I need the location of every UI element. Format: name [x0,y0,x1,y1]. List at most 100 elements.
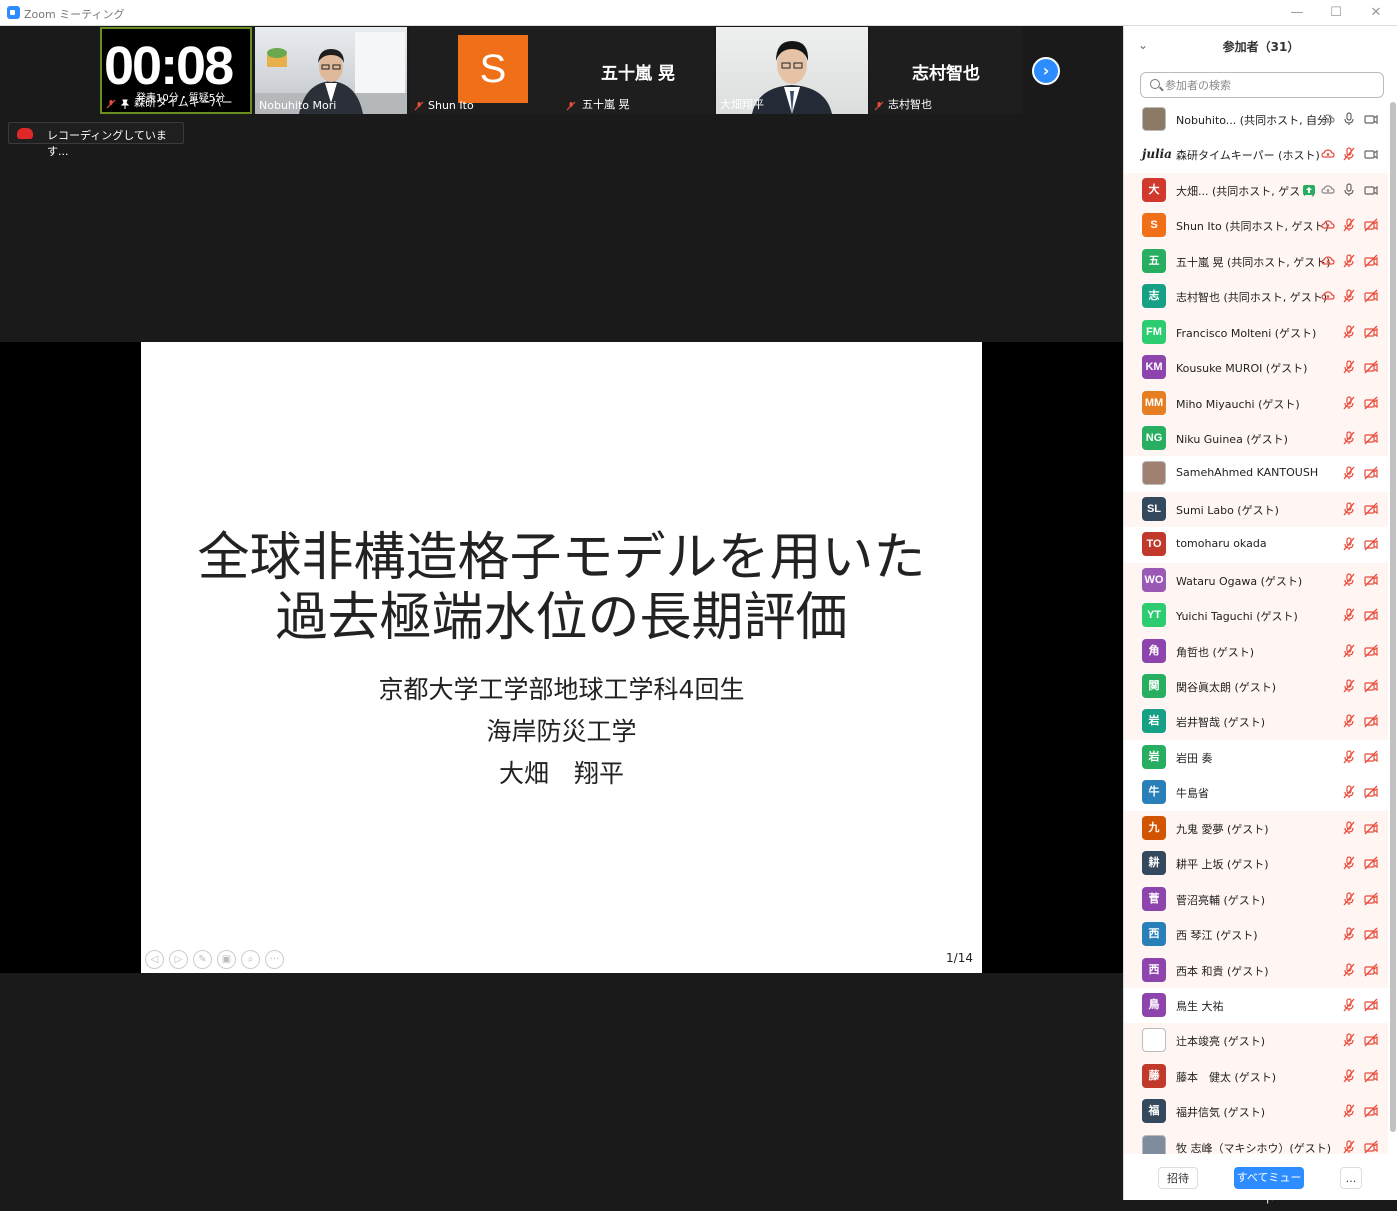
video-tile-timekeeper[interactable]: 00:08 発表10分・質疑5分 森研タイムキーパー [100,27,252,114]
video-camera-off-icon[interactable] [1364,856,1378,870]
mic-muted-icon[interactable] [1342,254,1356,268]
mic-muted-icon[interactable] [1342,821,1356,835]
video-camera-off-icon[interactable] [1364,644,1378,658]
mic-muted-icon[interactable] [1342,1140,1356,1154]
video-camera-off-icon[interactable] [1364,502,1378,516]
video-tile-nobuhito-mori[interactable]: Nobuhito Mori [255,27,407,114]
pen-icon[interactable]: ✎ [193,950,212,969]
participant-row[interactable]: 志志村智也 (共同ホスト, ゲスト) [1124,279,1388,315]
zoom-icon[interactable]: ⌕ [241,950,260,969]
more-options-icon[interactable]: ··· [265,950,284,969]
mute-all-button[interactable]: すべてミュート [1234,1167,1304,1206]
video-camera-off-icon[interactable] [1364,714,1378,728]
more-button[interactable]: ... [1340,1167,1362,1189]
video-camera-off-icon[interactable] [1364,892,1378,906]
mic-muted-icon[interactable] [1342,289,1356,303]
participant-row[interactable]: 九九鬼 愛夢 (ゲスト) [1124,810,1388,847]
mic-muted-icon[interactable] [1342,608,1356,622]
mic-muted-icon[interactable] [1342,466,1356,480]
participant-row[interactable]: 福福井信気 (ゲスト) [1124,1094,1388,1130]
video-camera-off-icon[interactable] [1364,289,1378,303]
video-camera-off-icon[interactable] [1364,360,1378,374]
mic-muted-icon[interactable] [1342,395,1356,410]
mic-muted-icon[interactable] [1342,537,1356,551]
video-camera-off-icon[interactable] [1364,466,1378,480]
mic-muted-icon[interactable] [1342,360,1356,374]
participant-row[interactable]: 角角哲也 (ゲスト) [1124,633,1388,669]
mic-muted-icon[interactable] [1342,502,1356,516]
video-camera-icon[interactable] [1364,147,1378,161]
video-camera-off-icon[interactable] [1364,750,1378,764]
mic-muted-icon[interactable] [1342,1104,1356,1118]
participant-row[interactable]: S Shun Ito (共同ホスト, ゲスト) [1124,208,1388,244]
participant-row[interactable]: 耕耕平 上坂 (ゲスト) [1124,846,1388,882]
participant-row[interactable]: TO tomoharu okada [1124,527,1388,563]
participant-row[interactable]: YT Yuichi Taguchi (ゲスト) [1124,598,1388,634]
participant-row[interactable]: 岩岩田 奏 [1124,739,1388,776]
participant-row[interactable]: 辻本竣亮 (ゲスト) [1124,1023,1388,1059]
mic-muted-icon[interactable] [1342,325,1356,339]
video-camera-off-icon[interactable] [1364,1069,1378,1083]
participant-row[interactable]: 藤藤本 健太 (ゲスト) [1124,1058,1388,1095]
participant-row[interactable]: MM Miho Miyauchi (ゲスト) [1124,385,1388,421]
mic-muted-icon[interactable] [1342,714,1356,728]
mic-muted-icon[interactable] [1342,218,1356,232]
participant-row[interactable]: SamehAhmed KANTOUSH [1124,456,1388,492]
participant-row[interactable]: 五五十嵐 晃 (共同ホスト, ゲスト) [1124,243,1388,280]
video-camera-off-icon[interactable] [1364,679,1378,693]
next-slide-icon[interactable]: ▷ [169,950,188,969]
participant-row[interactable]: 鳥鳥生 大祐 [1124,987,1388,1024]
video-camera-off-icon[interactable] [1364,927,1378,941]
prev-slide-icon[interactable]: ◁ [145,950,164,969]
video-tile-ohata[interactable]: 大畑翔平 [716,27,868,114]
mic-muted-icon[interactable] [1342,1069,1356,1083]
video-camera-off-icon[interactable] [1364,608,1378,622]
participant-row[interactable]: SL Sumi Labo (ゲスト) [1124,491,1388,528]
participant-row[interactable]: 牧 志峰（マキシホウ）(ゲスト) [1124,1129,1388,1154]
invite-button[interactable]: 招待 [1158,1167,1198,1189]
participant-row[interactable]: 菅菅沼亮輔 (ゲスト) [1124,881,1388,918]
participant-row[interactable]: julia 森研タイムキーパー (ホスト) [1124,137,1388,173]
participant-row[interactable]: 関関谷眞太朗 (ゲスト) [1124,669,1388,705]
video-tile-shimura[interactable]: 志村智也 志村智也 [870,27,1022,114]
participant-row[interactable]: WO Wataru Ogawa (ゲスト) [1124,562,1388,599]
next-page-button[interactable]: › [1032,57,1060,85]
participant-row[interactable]: 西西 琴江 (ゲスト) [1124,917,1388,953]
close-button[interactable]: ✕ [1366,4,1386,22]
video-camera-icon[interactable] [1364,183,1378,197]
mic-muted-icon[interactable] [1342,679,1356,693]
participant-row[interactable]: 大大畑... (共同ホスト, ゲスト) [1124,172,1388,209]
mic-muted-icon[interactable] [1342,856,1356,870]
participant-scrollbar[interactable] [1390,102,1396,1154]
mic-muted-icon[interactable] [1342,927,1356,941]
search-input[interactable] [1165,77,1375,93]
mic-muted-icon[interactable] [1342,431,1356,445]
mic-muted-icon[interactable] [1342,643,1356,658]
participant-row[interactable]: 岩岩井智哉 (ゲスト) [1124,704,1388,740]
maximize-button[interactable]: ☐ [1326,4,1346,22]
video-camera-off-icon[interactable] [1364,963,1378,977]
video-camera-off-icon[interactable] [1364,1104,1378,1118]
video-camera-off-icon[interactable] [1364,573,1378,587]
mic-icon[interactable] [1342,112,1356,126]
mic-muted-icon[interactable] [1342,147,1356,161]
mic-muted-icon[interactable] [1342,785,1356,799]
participant-row[interactable]: FM Francisco Molteni (ゲスト) [1124,314,1388,351]
video-camera-off-icon[interactable] [1364,325,1378,339]
recording-indicator[interactable]: レコーディングしています... [8,122,184,158]
video-camera-off-icon[interactable] [1364,431,1378,445]
participant-row[interactable]: NG Niku Guinea (ゲスト) [1124,420,1388,457]
mic-icon[interactable] [1342,183,1356,197]
video-camera-off-icon[interactable] [1364,537,1378,551]
video-camera-off-icon[interactable] [1364,396,1378,410]
video-camera-off-icon[interactable] [1364,821,1378,835]
mic-muted-icon[interactable] [1342,962,1356,977]
mic-muted-icon[interactable] [1342,998,1356,1012]
scrollbar-thumb[interactable] [1390,102,1396,1132]
participant-row[interactable]: Nobuhito... (共同ホスト, 自分) [1124,102,1388,138]
video-tile-igarashi[interactable]: 五十嵐 晃 五十嵐 晃 [562,27,714,114]
mic-muted-icon[interactable] [1342,1033,1356,1047]
video-camera-off-icon[interactable] [1364,1140,1378,1154]
shared-screen[interactable]: 全球非構造格子モデルを用いた 過去極端水位の長期評価 京都大学工学部地球工学科4… [0,342,1123,973]
video-camera-off-icon[interactable] [1364,218,1378,232]
